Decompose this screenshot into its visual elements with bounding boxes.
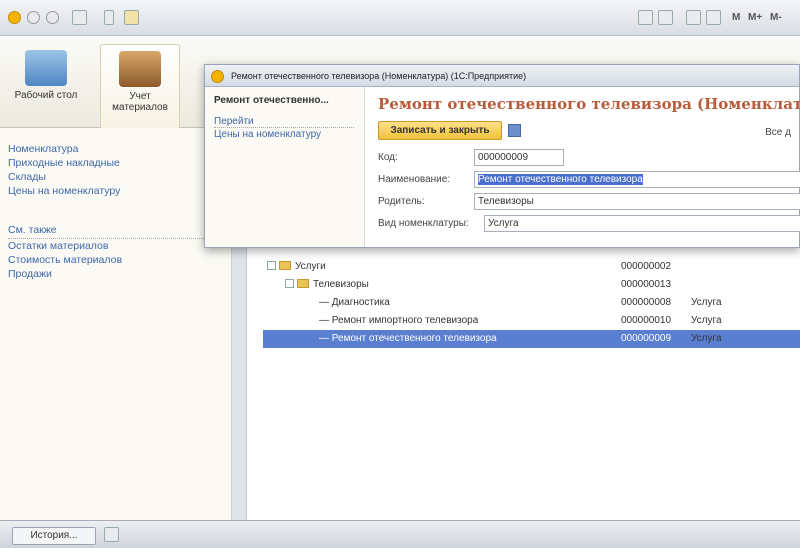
section-desktop-label: Рабочий стол xyxy=(14,90,78,101)
calculator-icon[interactable] xyxy=(638,10,653,25)
section-materials-label: Учет материалов xyxy=(112,91,168,113)
navigation-panel: Номенклатура Приходные накладные Склады … xyxy=(0,128,232,520)
row-label: Диагностика xyxy=(331,297,390,308)
all-actions-menu[interactable]: Все д xyxy=(765,127,791,138)
arrow-left-icon[interactable] xyxy=(72,10,87,25)
save-and-close-button[interactable]: Записать и закрыть xyxy=(378,121,502,140)
memory-m-button[interactable]: M xyxy=(732,12,740,23)
nav-link-sales[interactable]: Продажи xyxy=(8,267,231,281)
row-type: Услуга xyxy=(691,333,722,344)
row-label: Услуги xyxy=(295,261,326,272)
go-to-header: Перейти xyxy=(214,116,354,128)
code-field[interactable]: 000000009 xyxy=(474,149,564,166)
table-row[interactable]: Телевизоры 000000013 xyxy=(263,276,800,294)
row-name: Телевизоры xyxy=(285,276,369,294)
back-icon[interactable] xyxy=(27,11,40,24)
name-value: Ремонт отечественного телевизора xyxy=(478,174,643,185)
row-label: Телевизоры xyxy=(313,279,369,290)
boxes-icon xyxy=(119,51,161,87)
name-label: Наименование: xyxy=(378,174,451,185)
see-also-header: См. также xyxy=(8,224,208,239)
save-icon[interactable] xyxy=(508,124,521,137)
name-row: Наименование: Ремонт отечественного теле… xyxy=(378,171,800,189)
copy-icon[interactable] xyxy=(686,10,701,25)
dialog-nav-title: Ремонт отечественно... xyxy=(214,95,329,106)
dialog-heading: Ремонт отечественного телевизора (Номенк… xyxy=(378,95,800,113)
expand-icon[interactable] xyxy=(285,279,294,288)
dropdown-icon[interactable] xyxy=(104,10,114,25)
row-code: 000000010 xyxy=(621,315,672,326)
section-materials[interactable]: Учет материалов xyxy=(100,44,180,128)
row-code: 000000002 xyxy=(621,261,672,272)
table-row[interactable]: Услуги 000000002 xyxy=(263,258,800,276)
forward-icon[interactable] xyxy=(46,11,59,24)
row-name: — Ремонт отечественного телевизора xyxy=(319,333,497,344)
expand-icon[interactable] xyxy=(267,261,276,270)
status-bar: История... xyxy=(0,520,800,548)
app-logo-icon xyxy=(211,70,224,83)
app-logo-icon[interactable] xyxy=(8,11,21,24)
parent-label: Родитель: xyxy=(378,196,425,207)
dialog-titlebar[interactable]: Ремонт отечественного телевизора (Номенк… xyxy=(205,65,799,87)
memory-minus-button[interactable]: M- xyxy=(770,12,782,23)
nav-link-stock[interactable]: Остатки материалов xyxy=(8,239,231,253)
desktop-icon xyxy=(25,50,67,86)
kind-row: Вид номенклатуры: Услуга xyxy=(378,215,800,233)
app-toolbar: M M+ M- xyxy=(0,0,800,36)
parent-row: Родитель: Телевизоры xyxy=(378,193,800,211)
kind-field[interactable]: Услуга xyxy=(484,215,800,232)
nav-link-receipts[interactable]: Приходные накладные xyxy=(8,156,231,170)
folder-icon xyxy=(297,279,309,288)
nav-link-cost[interactable]: Стоимость материалов xyxy=(8,253,231,267)
row-name: — Диагностика xyxy=(319,297,390,308)
nav-link-warehouses[interactable]: Склады xyxy=(8,170,231,184)
parent-field[interactable]: Телевизоры xyxy=(474,193,800,210)
clipboard-icon[interactable] xyxy=(706,10,721,25)
name-field[interactable]: Ремонт отечественного телевизора xyxy=(474,171,800,188)
row-label: Ремонт отечественного телевизора xyxy=(331,333,497,344)
code-row: Код: 000000009 xyxy=(378,149,798,167)
table-row[interactable]: — Ремонт импортного телевизора 000000010… xyxy=(263,312,800,330)
nav-link-nomenclature[interactable]: Номенклатура xyxy=(8,142,231,156)
dialog-nav-panel: Ремонт отечественно... Перейти Цены на н… xyxy=(205,87,365,247)
dialog-title: Ремонт отечественного телевизора (Номенк… xyxy=(231,71,527,81)
home-icon[interactable] xyxy=(124,10,139,25)
row-name: Услуги xyxy=(267,258,326,276)
row-type: Услуга xyxy=(691,297,722,308)
memory-plus-button[interactable]: M+ xyxy=(748,12,762,23)
folder-icon xyxy=(279,261,291,270)
table-row[interactable]: — Диагностика 000000008 Услуга xyxy=(263,294,800,312)
kind-label: Вид номенклатуры: xyxy=(378,218,469,229)
section-desktop[interactable]: Рабочий стол xyxy=(6,44,86,128)
row-type: Услуга xyxy=(691,315,722,326)
row-code: 000000009 xyxy=(621,333,672,344)
notification-icon[interactable] xyxy=(104,527,119,542)
code-label: Код: xyxy=(378,152,398,163)
calendar-icon[interactable] xyxy=(658,10,673,25)
row-name: — Ремонт импортного телевизора xyxy=(319,315,479,326)
history-button[interactable]: История... xyxy=(12,527,96,545)
table-row-selected[interactable]: — Ремонт отечественного телевизора 00000… xyxy=(263,330,800,348)
nav-link-prices[interactable]: Цены на номенклатуру xyxy=(8,184,231,198)
row-code: 000000008 xyxy=(621,297,672,308)
dialog-body: Ремонт отечественного телевизора (Номенк… xyxy=(366,87,800,247)
row-code: 000000013 xyxy=(621,279,672,290)
prices-link[interactable]: Цены на номенклатуру xyxy=(214,128,364,142)
item-dialog: Ремонт отечественного телевизора (Номенк… xyxy=(204,64,800,248)
row-label: Ремонт импортного телевизора xyxy=(331,315,479,326)
